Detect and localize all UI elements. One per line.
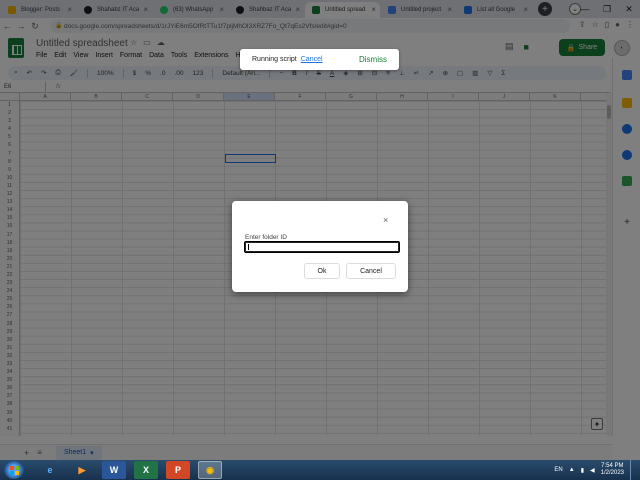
clock[interactable]: 7:54 PM 1/2/2023: [601, 463, 624, 477]
close-icon[interactable]: ×: [383, 215, 388, 225]
dismiss-button[interactable]: Dismiss: [359, 55, 387, 64]
tray-arrow-icon[interactable]: ▲: [569, 467, 575, 473]
word-icon[interactable]: W: [102, 461, 126, 479]
start-button[interactable]: [4, 461, 24, 479]
powerpoint-icon[interactable]: P: [166, 461, 190, 479]
excel-icon[interactable]: X: [134, 461, 158, 479]
system-tray: EN ▲ ▮ ◀ 7:54 PM 1/2/2023: [554, 460, 636, 480]
cancel-button[interactable]: Cancel: [346, 263, 396, 279]
chrome-icon[interactable]: ◉: [198, 461, 222, 479]
folder-id-label: Enter folder ID: [245, 234, 287, 241]
toast-message: Running script: [252, 56, 297, 63]
show-desktop-button[interactable]: [630, 460, 636, 480]
internet-explorer-icon[interactable]: e: [38, 461, 62, 479]
windows-taskbar: e ▶ W X P ◉ EN ▲ ▮ ◀ 7:54 PM 1/2/2023: [0, 460, 640, 480]
folder-id-input[interactable]: [244, 241, 400, 253]
clock-time: 7:54 PM: [601, 463, 624, 469]
network-icon[interactable]: ▮: [581, 467, 584, 474]
prompt-dialog: × Enter folder ID Ok Cancel: [232, 201, 408, 292]
running-script-toast: Running script Cancel Dismiss: [240, 49, 399, 70]
language-indicator[interactable]: EN: [554, 467, 562, 473]
cancel-script-link[interactable]: Cancel: [301, 56, 323, 63]
ok-button[interactable]: Ok: [304, 263, 340, 279]
volume-icon[interactable]: ◀: [590, 467, 595, 474]
windows-logo-icon: [9, 465, 19, 475]
media-player-icon[interactable]: ▶: [70, 461, 94, 479]
clock-date: 1/2/2023: [600, 470, 624, 476]
